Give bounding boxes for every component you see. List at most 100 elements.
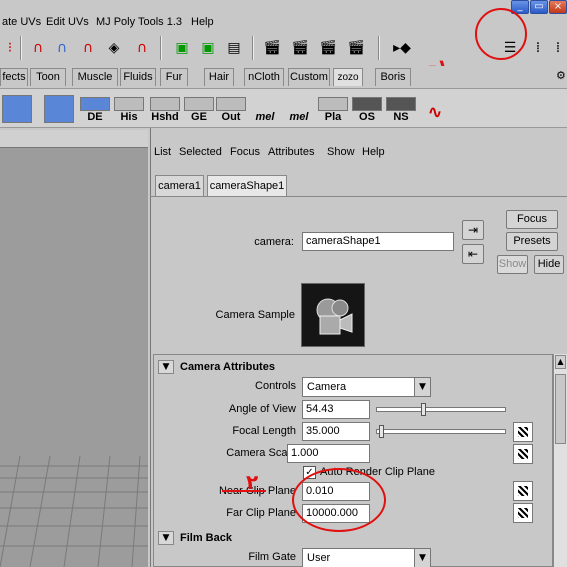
divider (20, 36, 22, 60)
load-node-icon[interactable]: ⇥ (462, 220, 484, 240)
shelf-button-label: NS (393, 111, 409, 123)
tab-toon[interactable]: Toon (30, 68, 66, 86)
menu-help[interactable]: Help (191, 16, 214, 28)
close-button[interactable]: × (549, 0, 567, 14)
tool-settings-toggle-icon[interactable]: ⁞ (548, 38, 567, 58)
hide-button[interactable]: Hide (534, 255, 564, 274)
ns-icon (386, 97, 416, 111)
focal-length-field[interactable]: 35.000 (302, 422, 370, 441)
divider (378, 36, 380, 60)
make-live-icon[interactable]: ∩ (132, 38, 152, 58)
shelf-button-hshd[interactable]: Hshd (148, 91, 182, 123)
presets-button[interactable]: Presets (506, 232, 558, 251)
shelf-button-label: His (120, 111, 138, 123)
show-button[interactable]: Show (497, 255, 528, 274)
ae-menu-attributes[interactable]: Attributes (268, 146, 314, 158)
collapse-triangle-icon[interactable]: ▼ (158, 360, 174, 374)
section-film-back[interactable]: ▼ Film Back (156, 529, 550, 547)
chevron-down-icon: ▼ (414, 549, 430, 567)
focus-button[interactable]: Focus (506, 210, 558, 229)
map-texture-icon[interactable] (513, 422, 533, 442)
collapse-triangle-icon[interactable]: ▼ (158, 531, 174, 545)
ae-menu-list[interactable]: List (154, 146, 171, 158)
uv-icon (2, 95, 32, 123)
ge-icon (184, 97, 214, 111)
viewport-grid (0, 456, 148, 567)
shelf-button-mel-2[interactable]: mel (284, 91, 314, 123)
tab-effects[interactable]: fects (0, 68, 28, 86)
tab-fluids[interactable]: Fluids (120, 68, 156, 86)
focal-length-slider[interactable] (376, 429, 506, 434)
goto-output-icon[interactable]: ⇤ (462, 244, 484, 264)
focal-length-label: Focal Length (232, 425, 296, 437)
tab-camerashape1[interactable]: cameraShape1 (207, 175, 287, 197)
render-view-icon[interactable]: 🎬︎ (262, 38, 282, 58)
tab-zozo[interactable]: zozo (333, 68, 363, 86)
shelf-button-label: GE (191, 111, 207, 123)
snap-grid-icon[interactable]: ∩ (28, 38, 48, 58)
ae-menu-help[interactable]: Help (362, 146, 385, 158)
ae-menu-show[interactable]: Show (327, 146, 355, 158)
snap-curve-icon[interactable]: ∩ (52, 38, 72, 58)
render-current-frame-icon[interactable]: 🎬︎ (290, 38, 310, 58)
divider (160, 36, 162, 60)
film-gate-value: User (307, 552, 331, 564)
focal-length-slider-thumb[interactable] (379, 425, 384, 438)
divider (252, 36, 254, 60)
ae-menu-focus[interactable]: Focus (230, 146, 260, 158)
attribute-editor-toggle-icon[interactable]: ⁞ (528, 38, 548, 58)
attribute-scrollbar[interactable]: ▲ (553, 354, 567, 567)
selection-mode-icon[interactable]: ⁝ (0, 38, 20, 58)
shelf-button-curve[interactable]: ∿ (420, 91, 450, 123)
ae-menu-selected[interactable]: Selected (179, 146, 222, 158)
shelf-button-pla[interactable]: Pla (318, 91, 348, 123)
render-settings-icon[interactable]: 🎬︎ (346, 38, 366, 58)
snap-view-plane-icon[interactable]: ◈ (104, 38, 124, 58)
tab-ncloth[interactable]: nCloth (244, 68, 284, 86)
output-ops-icon[interactable]: ▣ (198, 38, 218, 58)
menu-mj-poly-tools[interactable]: MJ Poly Tools 1.3 (96, 16, 182, 28)
out-icon (216, 97, 246, 111)
tab-custom[interactable]: Custom (288, 68, 330, 86)
menu-edit-uvs[interactable]: Edit UVs (46, 16, 89, 28)
shelf-button-de[interactable]: DE (80, 91, 110, 123)
snap-point-icon[interactable]: ∩ (78, 38, 98, 58)
input-ops-icon[interactable]: ▣ (172, 38, 192, 58)
film-gate-label: Film Gate (248, 551, 296, 563)
shelf-menu-icon[interactable]: ⚙ (556, 69, 566, 82)
shelf-button-uv-select-icon[interactable] (44, 91, 74, 123)
shelf-button-uv-icon[interactable] (2, 91, 32, 123)
maximize-button[interactable]: ▭ (530, 0, 548, 14)
shelf-button-os[interactable]: OS (352, 91, 382, 123)
map-texture-icon[interactable] (513, 503, 533, 523)
ipr-render-icon[interactable]: 🎬︎ (318, 38, 338, 58)
hshd-icon (150, 97, 180, 111)
map-texture-icon[interactable] (513, 481, 533, 501)
tab-camera1[interactable]: camera1 (155, 175, 204, 197)
tab-hair[interactable]: Hair (204, 68, 234, 86)
section-camera-attributes[interactable]: ▼ Camera Attributes (156, 358, 550, 376)
shelf-button-his[interactable]: His (114, 91, 144, 123)
menu-create-uvs[interactable]: ate UVs (2, 16, 41, 28)
tab-boris[interactable]: Boris (375, 68, 411, 86)
shelf-button-ge[interactable]: GE (184, 91, 214, 123)
film-gate-dropdown[interactable]: User ▼ (302, 548, 431, 567)
angle-of-view-slider[interactable] (376, 407, 506, 412)
shelf-button-ns[interactable]: NS (386, 91, 416, 123)
tab-muscle[interactable]: Muscle (72, 68, 118, 86)
input-box-mode-icon[interactable]: ▸◆ (392, 38, 412, 58)
map-texture-icon[interactable] (513, 444, 533, 464)
camera-name-field[interactable]: cameraShape1 (302, 232, 454, 251)
shelf-button-mel-1[interactable]: mel (250, 91, 280, 123)
camera-scale-field[interactable]: 1.000 (287, 444, 370, 463)
angle-of-view-slider-thumb[interactable] (421, 403, 426, 416)
scrollbar-thumb[interactable] (555, 374, 566, 444)
shelf-button-out[interactable]: Out (216, 91, 246, 123)
tab-fur[interactable]: Fur (160, 68, 188, 86)
scroll-up-icon[interactable]: ▲ (555, 355, 566, 369)
angle-of-view-field[interactable]: 54.43 (302, 400, 370, 419)
camera-scale-label: Camera Scale (226, 447, 296, 459)
controls-dropdown[interactable]: Camera ▼ (302, 377, 431, 397)
annotation-underline (222, 490, 266, 492)
construction-history-icon[interactable]: ▤ (224, 38, 244, 58)
